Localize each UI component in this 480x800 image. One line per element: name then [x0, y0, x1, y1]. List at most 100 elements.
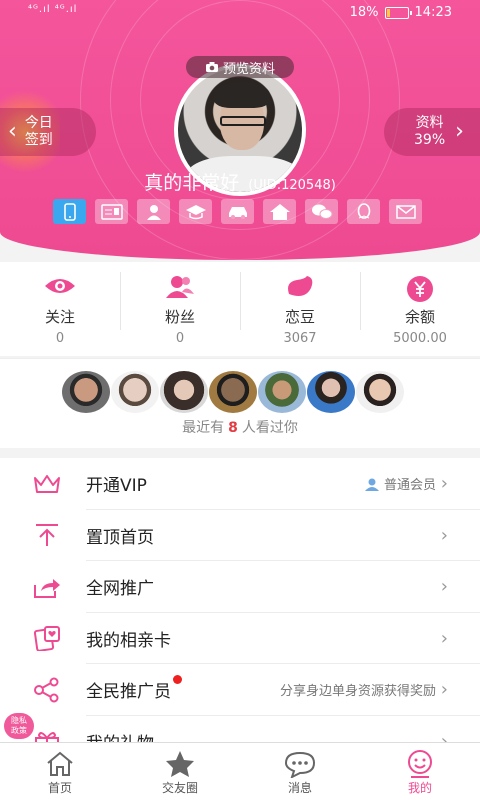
clock: 14:23 — [414, 5, 452, 20]
bean-icon — [288, 276, 313, 296]
menu-item-dating-card[interactable]: 我的相亲卡 › — [0, 613, 480, 665]
visitor-caption-prefix: 最近有 — [182, 420, 225, 436]
person-icon[interactable] — [137, 199, 170, 224]
daily-checkin-button[interactable]: ‹ 今日 签到 — [0, 108, 96, 156]
stat-balance[interactable]: 余额 5000.00 — [360, 262, 480, 356]
qq-icon[interactable] — [347, 199, 380, 224]
menu-label: 全民推广员 — [86, 682, 171, 703]
checkin-line2: 签到 — [24, 132, 53, 148]
stat-following[interactable]: 关注 0 — [0, 262, 120, 356]
info-line1: 资料 — [415, 115, 444, 131]
share-icon — [34, 578, 60, 598]
home-icon — [47, 751, 73, 776]
user-uid: (UID:120548) — [248, 178, 336, 193]
recent-visitors[interactable]: 最近有 8 人看过你 — [0, 358, 480, 448]
stats-bar: 关注 0 粉丝 0 恋豆 3067 余额 5000.00 — [0, 262, 480, 356]
stat-label: 余额 — [404, 308, 435, 326]
chevron-right-icon: › — [440, 473, 448, 495]
visitor-avatar[interactable] — [307, 371, 355, 413]
crown-icon — [34, 474, 60, 493]
chevron-right-icon: › — [440, 576, 448, 598]
chevron-right-icon: › — [455, 119, 464, 144]
user-name-row: 真的非常好 (UID:120548) — [0, 168, 480, 195]
stat-value: 0 — [175, 331, 185, 346]
visitor-avatar[interactable] — [160, 371, 208, 413]
preview-profile-button[interactable]: 预览资料 — [186, 56, 294, 78]
profile-screen: ⁴ᴳ.ıl ⁴ᴳ.ıl 18% 14:23 ‹ 今日 签到 资料 39% › 预… — [0, 0, 480, 800]
car-icon[interactable] — [221, 199, 254, 224]
stat-value: 0 — [55, 331, 65, 346]
stat-label: 关注 — [44, 308, 75, 326]
message-icon — [284, 751, 316, 778]
menu-label: 全网推广 — [86, 579, 154, 600]
star-icon — [166, 751, 196, 777]
nav-home[interactable]: 首页 — [0, 743, 120, 800]
visitor-count: 8 — [228, 420, 238, 436]
house-icon[interactable] — [263, 199, 296, 224]
visitor-avatar[interactable] — [62, 371, 110, 413]
member-icon — [364, 478, 379, 491]
nav-label: 首页 — [47, 781, 72, 795]
checkin-line1: 今日 — [24, 115, 53, 131]
menu-label: 我的相亲卡 — [86, 630, 171, 651]
camera-icon — [205, 62, 218, 72]
battery-percent: 18% — [349, 5, 379, 20]
yen-icon — [407, 276, 433, 302]
member-level: 普通会员 — [364, 474, 436, 493]
nav-me[interactable]: 我的 — [360, 743, 480, 800]
profile-header: ⁴ᴳ.ıl ⁴ᴳ.ıl 18% 14:23 ‹ 今日 签到 资料 39% › 预… — [0, 0, 480, 260]
visitor-avatar[interactable] — [111, 371, 159, 413]
education-icon[interactable] — [179, 199, 212, 224]
menu-label: 置顶首页 — [86, 527, 154, 548]
phone-icon[interactable] — [53, 199, 86, 224]
info-line2: 39% — [414, 132, 446, 148]
menu-hint: 分享身边单身资源获得奖励 — [279, 684, 436, 700]
chevron-right-icon: › — [440, 679, 448, 701]
verification-icons — [53, 199, 422, 224]
network-icon — [34, 677, 59, 703]
status-bar: ⁴ᴳ.ıl ⁴ᴳ.ıl 18% 14:23 — [0, 0, 480, 26]
card-icon — [33, 626, 60, 652]
visitor-caption: 最近有 8 人看过你 — [0, 417, 480, 437]
eye-icon — [45, 279, 75, 293]
profile-completion-button[interactable]: 资料 39% › — [384, 108, 480, 156]
chevron-right-icon: › — [440, 627, 448, 649]
new-badge-dot — [173, 675, 182, 684]
menu-list: 开通VIP 普通会员 › 置顶首页 › 全网推广 › 我的相亲卡 › 全民推广员 — [0, 458, 480, 767]
menu-item-pin-top[interactable]: 置顶首页 › — [0, 510, 480, 562]
visitor-avatar[interactable] — [209, 371, 257, 413]
stat-label: 恋豆 — [284, 308, 315, 326]
signal-indicator: ⁴ᴳ.ıl ⁴ᴳ.ıl — [28, 4, 78, 15]
fans-icon — [166, 276, 194, 298]
bottom-nav: 首页 交友圈 消息 我的 — [0, 742, 480, 800]
visitor-caption-suffix: 人看过你 — [241, 420, 298, 436]
stat-value: 5000.00 — [393, 331, 447, 346]
stat-beans[interactable]: 恋豆 3067 — [240, 262, 360, 356]
nav-friends-circle[interactable]: 交友圈 — [120, 743, 240, 800]
member-level-text: 普通会员 — [383, 478, 436, 494]
id-card-icon[interactable] — [95, 199, 128, 224]
mail-icon[interactable] — [389, 199, 422, 224]
me-icon — [408, 750, 432, 778]
privacy-line1: 隐私 — [11, 716, 27, 725]
preview-label: 预览资料 — [222, 61, 275, 77]
nav-messages[interactable]: 消息 — [240, 743, 360, 800]
user-name: 真的非常好 — [144, 172, 240, 194]
nav-label: 消息 — [287, 781, 312, 795]
top-arrow-icon — [36, 524, 58, 547]
stat-fans[interactable]: 粉丝 0 — [120, 262, 240, 356]
privacy-policy-button[interactable]: 隐私 政策 — [4, 713, 34, 739]
menu-label: 开通VIP — [86, 476, 147, 497]
stat-value: 3067 — [283, 331, 317, 346]
visitor-avatar[interactable] — [356, 371, 404, 413]
visitor-avatar[interactable] — [258, 371, 306, 413]
menu-item-vip[interactable]: 开通VIP 普通会员 › — [0, 458, 480, 510]
visitor-avatars — [62, 371, 404, 413]
chevron-right-icon: › — [440, 524, 448, 546]
menu-item-promoter[interactable]: 全民推广员 分享身边单身资源获得奖励 › — [0, 664, 480, 716]
wechat-icon[interactable] — [305, 199, 338, 224]
menu-item-promote[interactable]: 全网推广 › — [0, 561, 480, 613]
nav-label: 交友圈 — [161, 781, 198, 795]
chevron-left-icon: ‹ — [8, 119, 17, 144]
stat-label: 粉丝 — [164, 308, 195, 326]
